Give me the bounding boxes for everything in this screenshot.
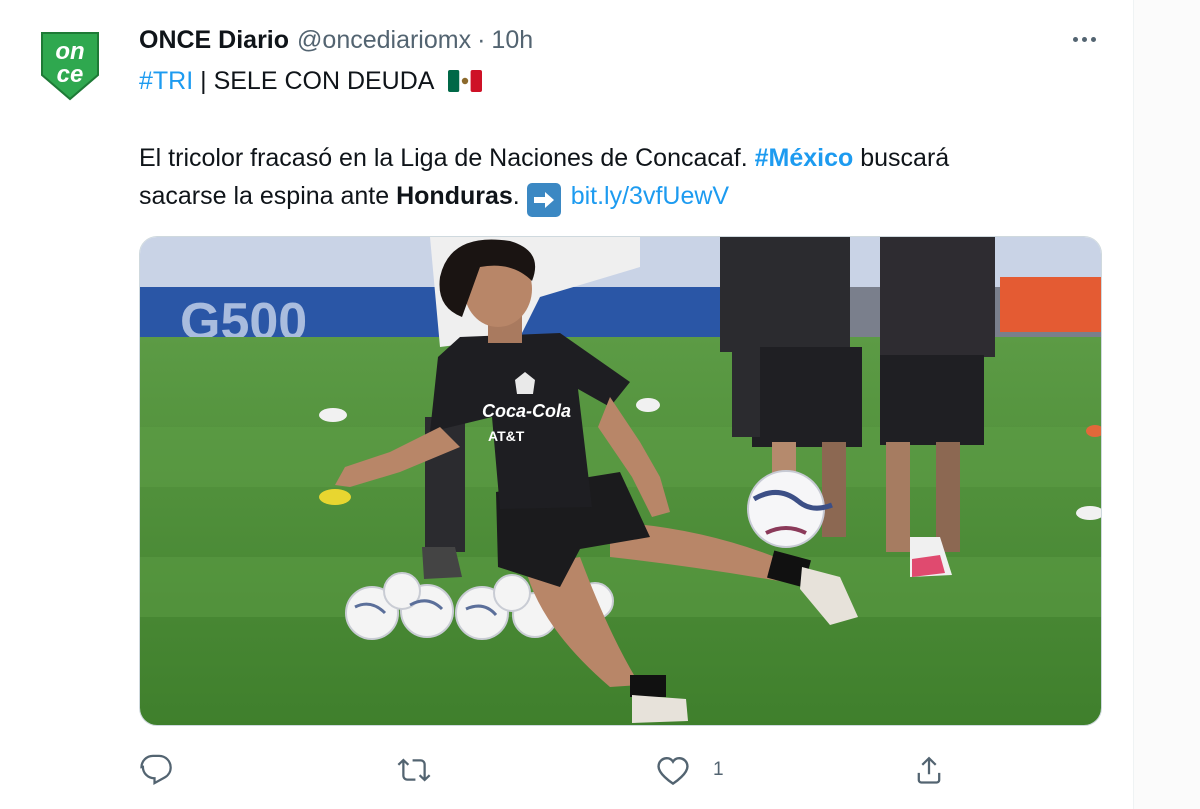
tweet-text-segment: . bbox=[512, 182, 527, 210]
author-handle[interactable]: @oncediariomx bbox=[297, 26, 471, 55]
like-button[interactable]: 1 bbox=[655, 750, 724, 790]
more-dot-icon bbox=[1072, 36, 1078, 42]
retweet-icon bbox=[397, 758, 431, 782]
like-count: 1 bbox=[713, 759, 724, 780]
tweet-text-segment: El tricolor fracasó en la Liga de Nacion… bbox=[139, 144, 755, 172]
tweet-photo[interactable]: G500 Coca-Cola AT&T bbox=[139, 236, 1102, 726]
retweet-button[interactable] bbox=[396, 750, 432, 790]
more-dot-icon bbox=[1081, 36, 1087, 42]
svg-text:ce: ce bbox=[57, 61, 84, 88]
tweet-text-line-1: #TRI | SELE CON DEUDA bbox=[139, 63, 483, 99]
tweet-actions: 1 bbox=[0, 750, 1133, 790]
tweet-text-line-3: sacarse la espina ante Honduras. bit.ly/… bbox=[139, 178, 729, 217]
tweet-text-bold: Honduras bbox=[396, 182, 513, 210]
once-logo-icon: on ce bbox=[41, 32, 99, 101]
svg-text:AT&T: AT&T bbox=[488, 428, 525, 444]
hashtag-tri[interactable]: #TRI bbox=[139, 67, 193, 95]
more-options-button[interactable] bbox=[1064, 26, 1104, 52]
tweet-text-segment: | SELE CON DEUDA bbox=[193, 67, 434, 95]
tweet-header: ONCE Diario @oncediariomx · 10h bbox=[139, 22, 533, 58]
tweet-timestamp[interactable]: 10h bbox=[491, 26, 533, 55]
right-arrow-emoji-icon bbox=[526, 183, 561, 217]
sidebar-edge bbox=[1134, 0, 1200, 809]
svg-text:Coca-Cola: Coca-Cola bbox=[482, 401, 571, 421]
short-link[interactable]: bit.ly/3vfUewV bbox=[571, 182, 729, 210]
share-button[interactable] bbox=[912, 750, 946, 790]
heart-icon bbox=[657, 757, 689, 786]
tweet-text-segment: buscará bbox=[853, 144, 950, 172]
header-separator: · bbox=[477, 25, 486, 54]
share-icon bbox=[917, 756, 941, 784]
avatar[interactable]: on ce bbox=[28, 24, 112, 108]
hashtag-mexico[interactable]: #México bbox=[755, 144, 854, 172]
reply-icon bbox=[140, 754, 172, 786]
more-dot-icon bbox=[1090, 36, 1096, 42]
tweet-text-line-2: El tricolor fracasó en la Liga de Nacion… bbox=[139, 140, 949, 176]
author-name[interactable]: ONCE Diario bbox=[139, 26, 289, 55]
reply-button[interactable] bbox=[139, 750, 173, 790]
tweet-text-segment: sacarse la espina ante bbox=[139, 182, 397, 210]
photo-image: G500 Coca-Cola AT&T bbox=[140, 237, 1101, 725]
mexico-flag-icon bbox=[448, 70, 483, 92]
